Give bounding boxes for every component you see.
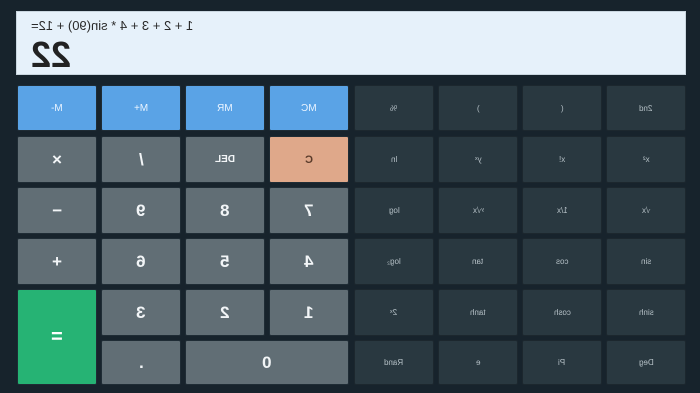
clear-button[interactable]: C: [269, 136, 349, 183]
digit-7-button[interactable]: 7: [269, 187, 349, 234]
decimal-button[interactable]: .: [101, 340, 181, 385]
ln-button[interactable]: ln: [354, 136, 434, 183]
digit-4-button[interactable]: 4: [269, 238, 349, 285]
euler-button[interactable]: e: [438, 340, 518, 385]
tanh-button[interactable]: tanh: [438, 289, 518, 336]
degree-mode-button[interactable]: Deg: [606, 340, 686, 385]
square-root-button[interactable]: √x: [606, 187, 686, 234]
digit-8-button[interactable]: 8: [185, 187, 265, 234]
second-function-button[interactable]: 2nd: [606, 85, 686, 131]
result-text: 22: [31, 34, 72, 75]
open-paren-button[interactable]: (: [522, 85, 602, 131]
memory-recall-button[interactable]: MR: [185, 85, 265, 131]
digit-3-button[interactable]: 3: [101, 289, 181, 336]
divide-button[interactable]: /: [101, 136, 181, 183]
calculator-display: 1 + 2 + 3 + 4 * sin(90) + 12= 22: [16, 11, 686, 75]
digit-9-button[interactable]: 9: [101, 187, 181, 234]
two-power-x-button[interactable]: 2ˣ: [354, 289, 434, 336]
digit-1-button[interactable]: 1: [269, 289, 349, 336]
power-button[interactable]: yˣ: [438, 136, 518, 183]
expression-text: 1 + 2 + 3 + 4 * sin(90) + 12=: [31, 18, 194, 33]
digit-0-button[interactable]: 0: [185, 340, 349, 385]
sin-button[interactable]: sin: [606, 238, 686, 285]
sinh-button[interactable]: sinh: [606, 289, 686, 336]
memory-clear-button[interactable]: MC: [269, 85, 349, 131]
memory-minus-button[interactable]: M-: [17, 85, 97, 131]
digit-5-button[interactable]: 5: [185, 238, 265, 285]
square-button[interactable]: x²: [606, 136, 686, 183]
digit-2-button[interactable]: 2: [185, 289, 265, 336]
log2-button[interactable]: log₂: [354, 238, 434, 285]
multiply-button[interactable]: ×: [17, 136, 97, 183]
digit-6-button[interactable]: 6: [101, 238, 181, 285]
memory-plus-button[interactable]: M+: [101, 85, 181, 131]
percent-button[interactable]: %: [354, 85, 434, 131]
tan-button[interactable]: tan: [438, 238, 518, 285]
pi-button[interactable]: Pi: [522, 340, 602, 385]
close-paren-button[interactable]: ): [438, 85, 518, 131]
nth-root-button[interactable]: ʸ√x: [438, 187, 518, 234]
log-button[interactable]: log: [354, 187, 434, 234]
delete-button[interactable]: DEL: [185, 136, 265, 183]
reciprocal-button[interactable]: 1/x: [522, 187, 602, 234]
cosh-button[interactable]: cosh: [522, 289, 602, 336]
cos-button[interactable]: cos: [522, 238, 602, 285]
minus-button[interactable]: −: [17, 187, 97, 234]
equals-button[interactable]: =: [17, 289, 97, 385]
rand-button[interactable]: Rand: [354, 340, 434, 385]
factorial-button[interactable]: x!: [522, 136, 602, 183]
plus-button[interactable]: +: [17, 238, 97, 285]
